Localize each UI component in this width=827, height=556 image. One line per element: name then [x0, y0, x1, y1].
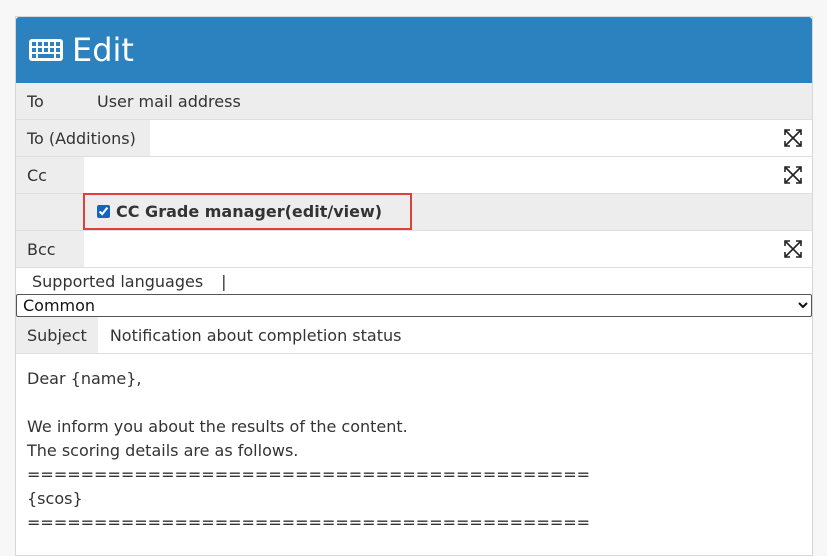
edit-panel: Edit To User mail address To (Additions)… [15, 16, 813, 556]
cc-grade-manager-checkbox[interactable]: CC Grade manager(edit/view) [83, 193, 412, 230]
to-label: To [16, 83, 97, 119]
language-select[interactable]: Common [16, 294, 812, 317]
languages-separator: | [221, 271, 227, 291]
cc-grade-manager-input[interactable] [97, 205, 110, 218]
cc-field[interactable] [84, 157, 812, 193]
supported-languages: Supported languages | [16, 268, 812, 294]
expand-icon[interactable] [784, 240, 802, 258]
cc-row: Cc [16, 157, 812, 194]
panel-header: Edit [16, 17, 812, 83]
to-additions-row: To (Additions) [16, 120, 812, 157]
to-row: To User mail address [16, 83, 812, 120]
page-title: Edit [72, 31, 134, 69]
bcc-label: Bcc [16, 231, 84, 267]
to-additions-field[interactable] [150, 120, 812, 156]
expand-icon[interactable] [784, 129, 802, 147]
subject-row: Subject Notification about completion st… [16, 317, 812, 354]
cc-grade-manager-label: CC Grade manager(edit/view) [116, 202, 383, 221]
expand-icon[interactable] [784, 166, 802, 184]
cc-grade-field: CC Grade manager(edit/view) [16, 193, 812, 230]
subject-label: Subject [16, 317, 98, 353]
cc-grade-row: CC Grade manager(edit/view) [16, 193, 812, 231]
subject-input[interactable]: Notification about completion status [98, 317, 812, 353]
to-value: User mail address [97, 83, 812, 119]
bcc-field[interactable] [84, 231, 812, 267]
keyboard-icon [29, 39, 63, 61]
body-textarea[interactable]: Dear {name}, We inform you about the res… [16, 354, 812, 548]
supported-languages-label: Supported languages [32, 271, 204, 291]
bcc-row: Bcc [16, 231, 812, 268]
cc-label: Cc [16, 157, 84, 193]
language-select-row: Common [16, 294, 812, 317]
to-additions-label: To (Additions) [16, 120, 150, 156]
